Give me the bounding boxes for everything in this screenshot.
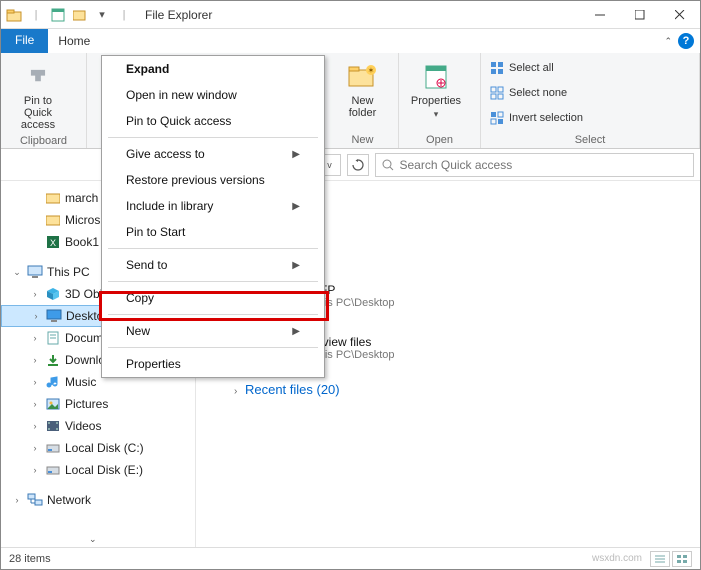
qat-separator: | — [27, 6, 45, 24]
maximize-button[interactable] — [620, 1, 660, 29]
cm-expand[interactable]: Expand — [102, 56, 324, 82]
select-none-label: Select none — [509, 87, 567, 99]
disk-icon — [45, 440, 61, 456]
tree-item-network[interactable]: ›Network — [1, 489, 195, 511]
new-folder-label: New folder — [337, 95, 388, 119]
tree-item-videos[interactable]: ›Videos — [1, 415, 195, 437]
properties-icon — [420, 61, 452, 93]
qat-dropdown-icon[interactable]: ▾ — [93, 6, 111, 24]
documents-icon — [45, 330, 61, 346]
select-all-label: Select all — [509, 62, 554, 74]
view-details-icon[interactable] — [650, 551, 670, 567]
cm-restore-previous[interactable]: Restore previous versions — [102, 167, 324, 193]
app-icon — [5, 6, 23, 24]
qat-properties-icon[interactable] — [49, 6, 67, 24]
help-icon[interactable]: ? — [678, 33, 694, 49]
recent-files-header[interactable]: › Recent files (20) — [234, 382, 688, 397]
pin-to-quick-access-button[interactable]: Pin to Quick access — [9, 57, 67, 135]
window-title: File Explorer — [145, 8, 212, 22]
context-menu[interactable]: Expand Open in new window Pin to Quick a… — [101, 55, 325, 378]
cm-pin-to-start[interactable]: Pin to Start — [102, 219, 324, 245]
3d-objects-icon — [45, 286, 61, 302]
qat-separator-2: | — [115, 6, 133, 24]
cm-new[interactable]: New▶ — [102, 318, 324, 344]
pin-label: Pin to Quick access — [11, 95, 65, 131]
properties-dropdown-icon[interactable]: ▾ — [434, 109, 439, 120]
expand-icon[interactable]: ⌄ — [11, 267, 23, 278]
select-group-label: Select — [489, 134, 691, 146]
close-button[interactable] — [660, 1, 700, 29]
scroll-down-icon[interactable]: ⌄ — [89, 534, 97, 545]
cm-give-access-to[interactable]: Give access to▶ — [102, 141, 324, 167]
watermark: wsxdn.com — [592, 553, 642, 564]
cm-properties[interactable]: Properties — [102, 351, 324, 377]
cm-copy[interactable]: Copy — [102, 285, 324, 311]
open-group-label: Open — [407, 134, 472, 146]
minimize-button[interactable] — [580, 1, 620, 29]
clipboard-group-label: Clipboard — [9, 135, 78, 147]
videos-icon — [45, 418, 61, 434]
new-group-label: New — [335, 134, 390, 146]
folder-icon — [45, 212, 61, 228]
desktop-icon — [46, 308, 62, 324]
downloads-icon — [45, 352, 61, 368]
new-folder-icon: ✶ — [347, 61, 379, 93]
properties-button[interactable]: Properties ▾ — [407, 57, 465, 124]
disk-icon — [45, 462, 61, 478]
cm-open-new-window[interactable]: Open in new window — [102, 82, 324, 108]
excel-icon: X — [45, 234, 61, 250]
home-tab[interactable]: Home — [48, 29, 100, 53]
properties-label: Properties — [411, 95, 461, 107]
refresh-button[interactable] — [347, 154, 369, 176]
network-icon — [27, 492, 43, 508]
invert-selection-icon — [489, 110, 505, 126]
search-input[interactable] — [400, 158, 688, 172]
file-tab[interactable]: File — [1, 29, 48, 53]
search-box[interactable] — [375, 153, 695, 177]
cm-separator — [108, 137, 318, 138]
cm-separator — [108, 281, 318, 282]
cm-send-to[interactable]: Send to▶ — [102, 252, 324, 278]
folder-icon — [45, 190, 61, 206]
submenu-arrow-icon: ▶ — [292, 149, 300, 160]
tree-item-pictures[interactable]: ›Pictures — [1, 393, 195, 415]
svg-text:X: X — [50, 238, 56, 248]
cm-separator — [108, 248, 318, 249]
select-all-button[interactable]: Select all — [489, 57, 583, 79]
pictures-icon — [45, 396, 61, 412]
select-none-button[interactable]: Select none — [489, 82, 583, 104]
tree-item-disk-e[interactable]: ›Local Disk (E:) — [1, 459, 195, 481]
select-all-icon — [489, 60, 505, 76]
ribbon-collapse-icon[interactable]: ⌃ — [664, 36, 672, 47]
chevron-right-icon[interactable]: › — [234, 386, 237, 397]
status-item-count: 28 items — [9, 553, 51, 565]
cm-separator — [108, 347, 318, 348]
pc-icon — [27, 264, 43, 280]
tree-item-disk-c[interactable]: ›Local Disk (C:) — [1, 437, 195, 459]
submenu-arrow-icon: ▶ — [292, 201, 300, 212]
new-folder-button[interactable]: ✶ New folder — [335, 57, 390, 123]
svg-text:✶: ✶ — [367, 66, 374, 75]
view-thumbnails-icon[interactable] — [672, 551, 692, 567]
music-icon — [45, 374, 61, 390]
cm-separator — [108, 314, 318, 315]
pin-icon — [22, 61, 54, 93]
select-none-icon — [489, 85, 505, 101]
qat-newfolder-icon[interactable] — [71, 6, 89, 24]
invert-selection-button[interactable]: Invert selection — [489, 107, 583, 129]
search-icon — [382, 159, 394, 171]
submenu-arrow-icon: ▶ — [292, 326, 300, 337]
cm-pin-quick-access[interactable]: Pin to Quick access — [102, 108, 324, 134]
invert-selection-label: Invert selection — [509, 112, 583, 124]
cm-include-in-library[interactable]: Include in library▶ — [102, 193, 324, 219]
submenu-arrow-icon: ▶ — [292, 260, 300, 271]
